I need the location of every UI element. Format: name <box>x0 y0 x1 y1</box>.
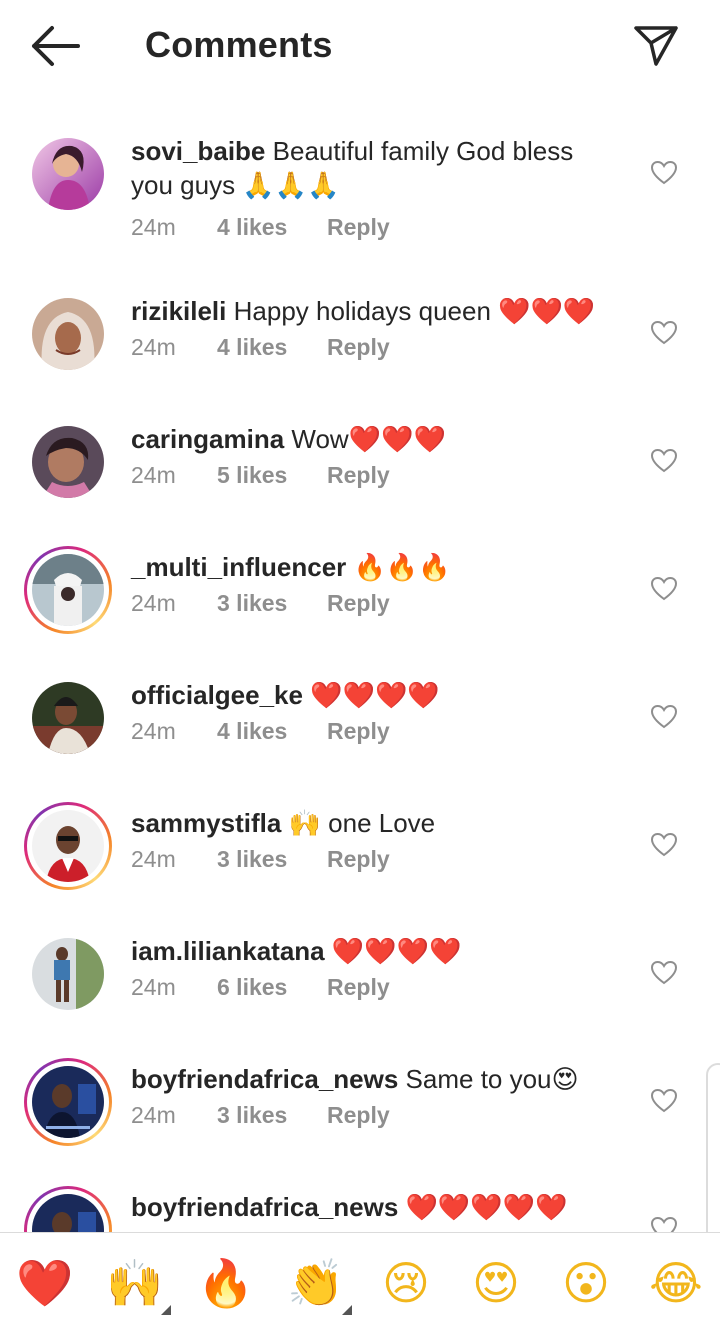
comment-time: 24m <box>131 590 176 616</box>
page-title: Comments <box>145 24 333 65</box>
comment-time: 24m <box>131 214 176 240</box>
comment-emoji: ❤️❤️❤️❤️ <box>310 681 440 711</box>
reply-button[interactable]: Reply <box>327 1100 390 1130</box>
comment-text: sammystifla 🙌 one Love <box>131 806 621 841</box>
heart-eyes-emoji[interactable]: 😍 <box>466 1253 526 1313</box>
story-ring <box>27 549 109 631</box>
comment-emoji: ❤️❤️❤️ <box>348 425 446 455</box>
comment-username[interactable]: boyfriendafrica_news <box>131 1192 398 1222</box>
avatar[interactable] <box>24 546 112 634</box>
back-button[interactable] <box>30 24 82 68</box>
comment-emoji: ❤️❤️❤️❤️ <box>331 937 462 967</box>
reply-button[interactable]: Reply <box>327 844 390 874</box>
comment-username[interactable]: sovi_baibe <box>131 136 265 166</box>
comment-likes[interactable]: 4 likes <box>217 716 287 746</box>
comment-emoji: 🔥🔥🔥 <box>353 553 451 583</box>
avatar[interactable] <box>32 298 104 370</box>
like-heart-icon[interactable] <box>650 576 678 602</box>
comment-likes[interactable]: 4 likes <box>217 332 287 362</box>
avatar[interactable] <box>32 138 104 210</box>
reply-button[interactable]: Reply <box>327 332 390 362</box>
comment-text: boyfriendafrica_news ❤️❤️❤️❤️❤️ <box>131 1190 621 1225</box>
like-heart-icon[interactable] <box>650 1088 678 1114</box>
comment-text: _multi_influencer 🔥🔥🔥 <box>131 550 621 585</box>
comment-text: sovi_baibe Beautiful family God bless yo… <box>131 134 621 203</box>
comment-body: Happy holidays queen <box>233 296 491 326</box>
raising-hands-emoji[interactable]: 🙌 <box>105 1253 165 1313</box>
reply-button[interactable]: Reply <box>327 460 390 490</box>
like-heart-icon[interactable] <box>650 1216 678 1232</box>
like-heart-icon[interactable] <box>650 704 678 730</box>
story-ring <box>27 1061 109 1143</box>
comment-likes[interactable]: 3 likes <box>217 1100 287 1130</box>
comment-username[interactable]: caringamina <box>131 424 284 454</box>
comment-username[interactable]: officialgee_ke <box>131 680 303 710</box>
surprised-face-emoji[interactable]: 😮 <box>556 1253 616 1313</box>
comment-likes[interactable]: 3 likes <box>217 588 287 618</box>
red-heart-emoji[interactable]: ❤️ <box>15 1253 75 1313</box>
clapping-hands-emoji[interactable]: 👏 <box>286 1253 346 1313</box>
avatar[interactable] <box>32 938 104 1010</box>
comment-body: one Love <box>328 808 436 838</box>
comment-likes[interactable]: 3 likes <box>217 844 287 874</box>
like-heart-icon[interactable] <box>650 448 678 474</box>
comment-emoji: ❤️❤️❤️ <box>498 297 596 327</box>
comment-text: boyfriendafrica_news Same to you😍 <box>131 1062 621 1097</box>
skin-tone-indicator <box>161 1305 171 1315</box>
comment-text: caringamina Wow❤️❤️❤️ <box>131 422 621 457</box>
comment-emoji: 🙏🙏🙏 <box>242 171 340 201</box>
tears-of-joy-emoji[interactable]: 😂 <box>646 1253 706 1313</box>
comment-likes[interactable]: 6 likes <box>217 972 287 1002</box>
comment-body: Same to you <box>405 1064 552 1094</box>
comment-time: 24m <box>131 334 176 360</box>
comment-text: rizikileli Happy holidays queen ❤️❤️❤️ <box>131 294 621 329</box>
comment-emoji: 😍 <box>551 1065 579 1095</box>
avatar[interactable] <box>24 1058 112 1146</box>
crying-face-emoji[interactable]: 😢 <box>376 1253 436 1313</box>
comment-username[interactable]: boyfriendafrica_news <box>131 1064 398 1094</box>
comment-likes[interactable]: 4 likes <box>217 212 287 242</box>
comment-emoji: 🙌 <box>288 809 321 839</box>
comment-time: 24m <box>131 718 176 744</box>
share-button[interactable] <box>632 24 680 68</box>
comment-username[interactable]: _multi_influencer <box>131 552 346 582</box>
avatar[interactable] <box>32 682 104 754</box>
reply-button[interactable]: Reply <box>327 972 390 1002</box>
header-bar: Comments <box>0 0 720 92</box>
like-heart-icon[interactable] <box>650 320 678 346</box>
comment-body: Wow <box>291 424 349 454</box>
paper-plane-icon <box>634 26 678 66</box>
story-ring <box>27 805 109 887</box>
comment-text: officialgee_ke ❤️❤️❤️❤️ <box>131 678 621 713</box>
comment-likes[interactable]: 5 likes <box>217 460 287 490</box>
avatar[interactable] <box>24 1186 112 1232</box>
comment-emoji: ❤️❤️❤️❤️❤️ <box>405 1193 568 1223</box>
skin-tone-indicator <box>342 1305 352 1315</box>
arrow-left-icon <box>32 26 80 66</box>
comment-time: 24m <box>131 846 176 872</box>
like-heart-icon[interactable] <box>650 960 678 986</box>
quick-emoji-bar: ❤️ 🙌 🔥 👏 😢 😍 😮 😂 <box>0 1232 720 1332</box>
avatar[interactable] <box>24 802 112 890</box>
reply-button[interactable]: Reply <box>327 588 390 618</box>
comment-username[interactable]: sammystifla <box>131 808 281 838</box>
story-ring <box>27 1189 109 1232</box>
comment-username[interactable]: rizikileli <box>131 296 226 326</box>
comment-time: 24m <box>131 974 176 1000</box>
comments-list[interactable]: sovi_baibe Beautiful family God bless yo… <box>0 92 720 1232</box>
like-heart-icon[interactable] <box>650 160 678 186</box>
reply-button[interactable]: Reply <box>327 716 390 746</box>
comment-username[interactable]: iam.liliankatana <box>131 936 325 966</box>
comment-text: iam.liliankatana ❤️❤️❤️❤️ <box>131 934 621 969</box>
fire-emoji[interactable]: 🔥 <box>196 1253 256 1313</box>
avatar[interactable] <box>32 426 104 498</box>
comment-time: 24m <box>131 1102 176 1128</box>
like-heart-icon[interactable] <box>650 832 678 858</box>
reply-button[interactable]: Reply <box>327 212 390 242</box>
comment-time: 24m <box>131 462 176 488</box>
